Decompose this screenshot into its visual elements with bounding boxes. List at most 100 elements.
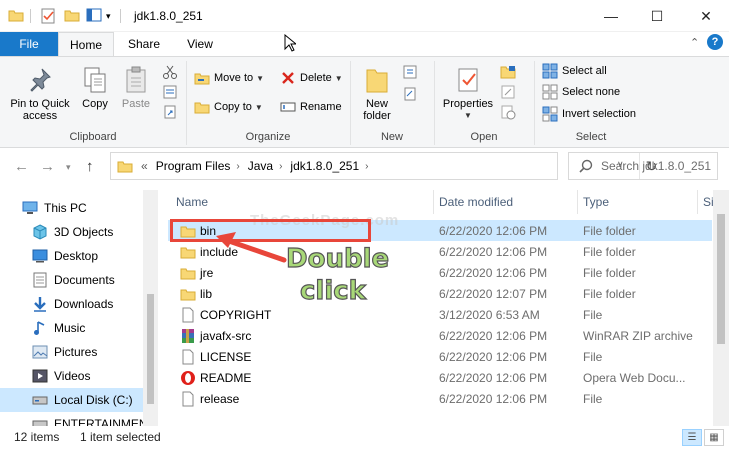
- back-arrow-icon[interactable]: ←: [14, 158, 29, 175]
- up-arrow-icon[interactable]: ↑: [86, 158, 94, 175]
- clipboard-group-label: Clipboard: [69, 131, 117, 143]
- maximize-button[interactable]: ☐: [634, 0, 680, 32]
- paste-button[interactable]: Paste: [118, 65, 154, 110]
- nav-item-music[interactable]: Music: [0, 316, 158, 340]
- forward-arrow-icon[interactable]: →: [40, 158, 55, 175]
- move-to-button[interactable]: Move to ▼: [194, 69, 264, 87]
- file-type: File folder: [583, 223, 636, 238]
- file-name: lib: [200, 286, 213, 301]
- breadcrumb-jdk[interactable]: jdk1.8.0_251: [290, 159, 359, 173]
- file-type: File: [583, 349, 603, 364]
- column-header-name[interactable]: Name: [170, 190, 433, 214]
- rename-icon: [280, 99, 296, 115]
- selection-count: 1 item selected: [80, 430, 161, 444]
- address-bar[interactable]: « Program Files › Java › jdk1.8.0_251 › …: [110, 152, 657, 180]
- easy-access-icon[interactable]: [402, 85, 418, 103]
- details-view-button[interactable]: ☰: [682, 429, 702, 446]
- table-row[interactable]: release 6/22/2020 12:06 PM File: [168, 388, 712, 409]
- ribbon-tabs: File Home Share View: [0, 32, 729, 57]
- search-box[interactable]: Search jdk1.8.0_251: [568, 152, 718, 180]
- column-header-type[interactable]: Type: [577, 190, 697, 214]
- breadcrumb-java[interactable]: Java: [248, 159, 273, 173]
- nav-item-videos[interactable]: Videos: [0, 364, 158, 388]
- disk-icon: [32, 392, 48, 408]
- file-date: 6/22/2020 12:06 PM: [439, 328, 548, 343]
- file-date: 3/12/2020 6:53 AM: [439, 307, 540, 322]
- column-header-date[interactable]: Date modified: [433, 190, 577, 214]
- nav-item-pictures[interactable]: Pictures: [0, 340, 158, 364]
- annotation-arrow-icon: [216, 232, 287, 263]
- chevron-down-icon: ▼: [464, 111, 472, 120]
- recent-locations-icon[interactable]: ▾: [66, 162, 71, 173]
- copy-path-icon[interactable]: [162, 83, 178, 101]
- paste-shortcut-icon[interactable]: [162, 103, 178, 121]
- pin-icon: [25, 65, 55, 95]
- pin-label: Pin to Quick access: [10, 98, 70, 122]
- select-group-label: Select: [575, 131, 607, 143]
- rename-button[interactable]: Rename: [280, 98, 342, 116]
- nav-item-3d-objects[interactable]: 3D Objects: [0, 220, 158, 244]
- nav-item-downloads[interactable]: Downloads: [0, 292, 158, 316]
- desktop-icon: [32, 248, 48, 264]
- nav-item-label: Pictures: [54, 345, 98, 359]
- tab-view[interactable]: View: [176, 32, 224, 56]
- table-row[interactable]: lib 6/22/2020 12:07 PM File folder: [168, 283, 712, 304]
- chevron-right-icon[interactable]: ›: [279, 161, 282, 172]
- new-item-icon[interactable]: [402, 63, 418, 81]
- open-group-label: Open: [470, 131, 498, 143]
- new-folder-button[interactable]: New folder: [356, 65, 398, 122]
- help-icon[interactable]: ?: [707, 34, 723, 50]
- copy-to-button[interactable]: Copy to ▼: [194, 98, 263, 116]
- properties-icon[interactable]: [40, 8, 56, 24]
- properties-label: Properties: [442, 98, 494, 110]
- nav-item-label: Desktop: [54, 249, 99, 263]
- delete-button[interactable]: Delete ▼: [280, 69, 343, 87]
- view-icon[interactable]: [86, 8, 102, 22]
- search-placeholder: Search jdk1.8.0_251: [601, 159, 712, 173]
- expand-ribbon-icon[interactable]: ⌃: [690, 36, 699, 49]
- chevron-right-icon[interactable]: ›: [236, 161, 239, 172]
- edit-icon[interactable]: [500, 83, 516, 101]
- divider: [30, 9, 31, 23]
- videos-icon: [32, 368, 48, 384]
- documents-icon: [32, 272, 48, 288]
- copy-icon: [80, 65, 110, 95]
- tab-home[interactable]: Home: [58, 32, 114, 57]
- copy-button[interactable]: Copy: [78, 65, 112, 110]
- nav-item-this-pc[interactable]: This PC: [0, 196, 158, 220]
- properties-button[interactable]: Properties ▼: [440, 65, 496, 122]
- table-row[interactable]: javafx-src 6/22/2020 12:06 PM WinRAR ZIP…: [168, 325, 712, 346]
- nav-item-entertainment[interactable]: ENTERTAINMENT: [0, 412, 158, 426]
- nav-item-documents[interactable]: Documents: [0, 268, 158, 292]
- nav-item-label: 3D Objects: [54, 225, 114, 239]
- large-icons-view-button[interactable]: ▦: [704, 429, 724, 446]
- nav-item-desktop[interactable]: Desktop: [0, 244, 158, 268]
- customize-quick-access-icon[interactable]: ▾: [106, 11, 111, 22]
- file-list-scrollbar-thumb[interactable]: [717, 214, 725, 344]
- cube-icon: [32, 224, 48, 240]
- invert-selection-button[interactable]: Invert selection: [542, 105, 636, 123]
- cut-icon[interactable]: [162, 63, 178, 81]
- table-row[interactable]: LICENSE 6/22/2020 12:06 PM File: [168, 346, 712, 367]
- nav-item-local-disk[interactable]: Local Disk (C:): [0, 388, 158, 412]
- close-button[interactable]: ✕: [683, 0, 729, 32]
- select-all-button[interactable]: Select all: [542, 62, 607, 80]
- minimize-button[interactable]: —: [588, 0, 634, 32]
- table-row[interactable]: README 6/22/2020 12:06 PM Opera Web Docu…: [168, 367, 712, 388]
- file-name: COPYRIGHT: [200, 307, 272, 322]
- breadcrumb-program-files[interactable]: Program Files: [156, 159, 231, 173]
- organize-group-label: Organize: [245, 131, 291, 143]
- new-folder-icon[interactable]: [64, 8, 80, 22]
- tab-share[interactable]: Share: [118, 32, 170, 56]
- file-date: 6/22/2020 12:06 PM: [439, 223, 548, 238]
- chevron-right-icon[interactable]: ›: [365, 161, 368, 172]
- pin-to-quick-access-button[interactable]: Pin to Quick access: [6, 65, 74, 122]
- select-none-button[interactable]: Select none: [542, 83, 620, 101]
- breadcrumb-overflow[interactable]: «: [141, 159, 148, 173]
- tab-file[interactable]: File: [0, 32, 58, 56]
- history-icon[interactable]: [500, 103, 516, 121]
- status-bar: 12 items 1 item selected ☰ ▦: [0, 426, 729, 449]
- table-row[interactable]: COPYRIGHT 3/12/2020 6:53 AM File: [168, 304, 712, 325]
- open-icon[interactable]: [500, 63, 518, 81]
- nav-scrollbar-thumb[interactable]: [147, 294, 154, 404]
